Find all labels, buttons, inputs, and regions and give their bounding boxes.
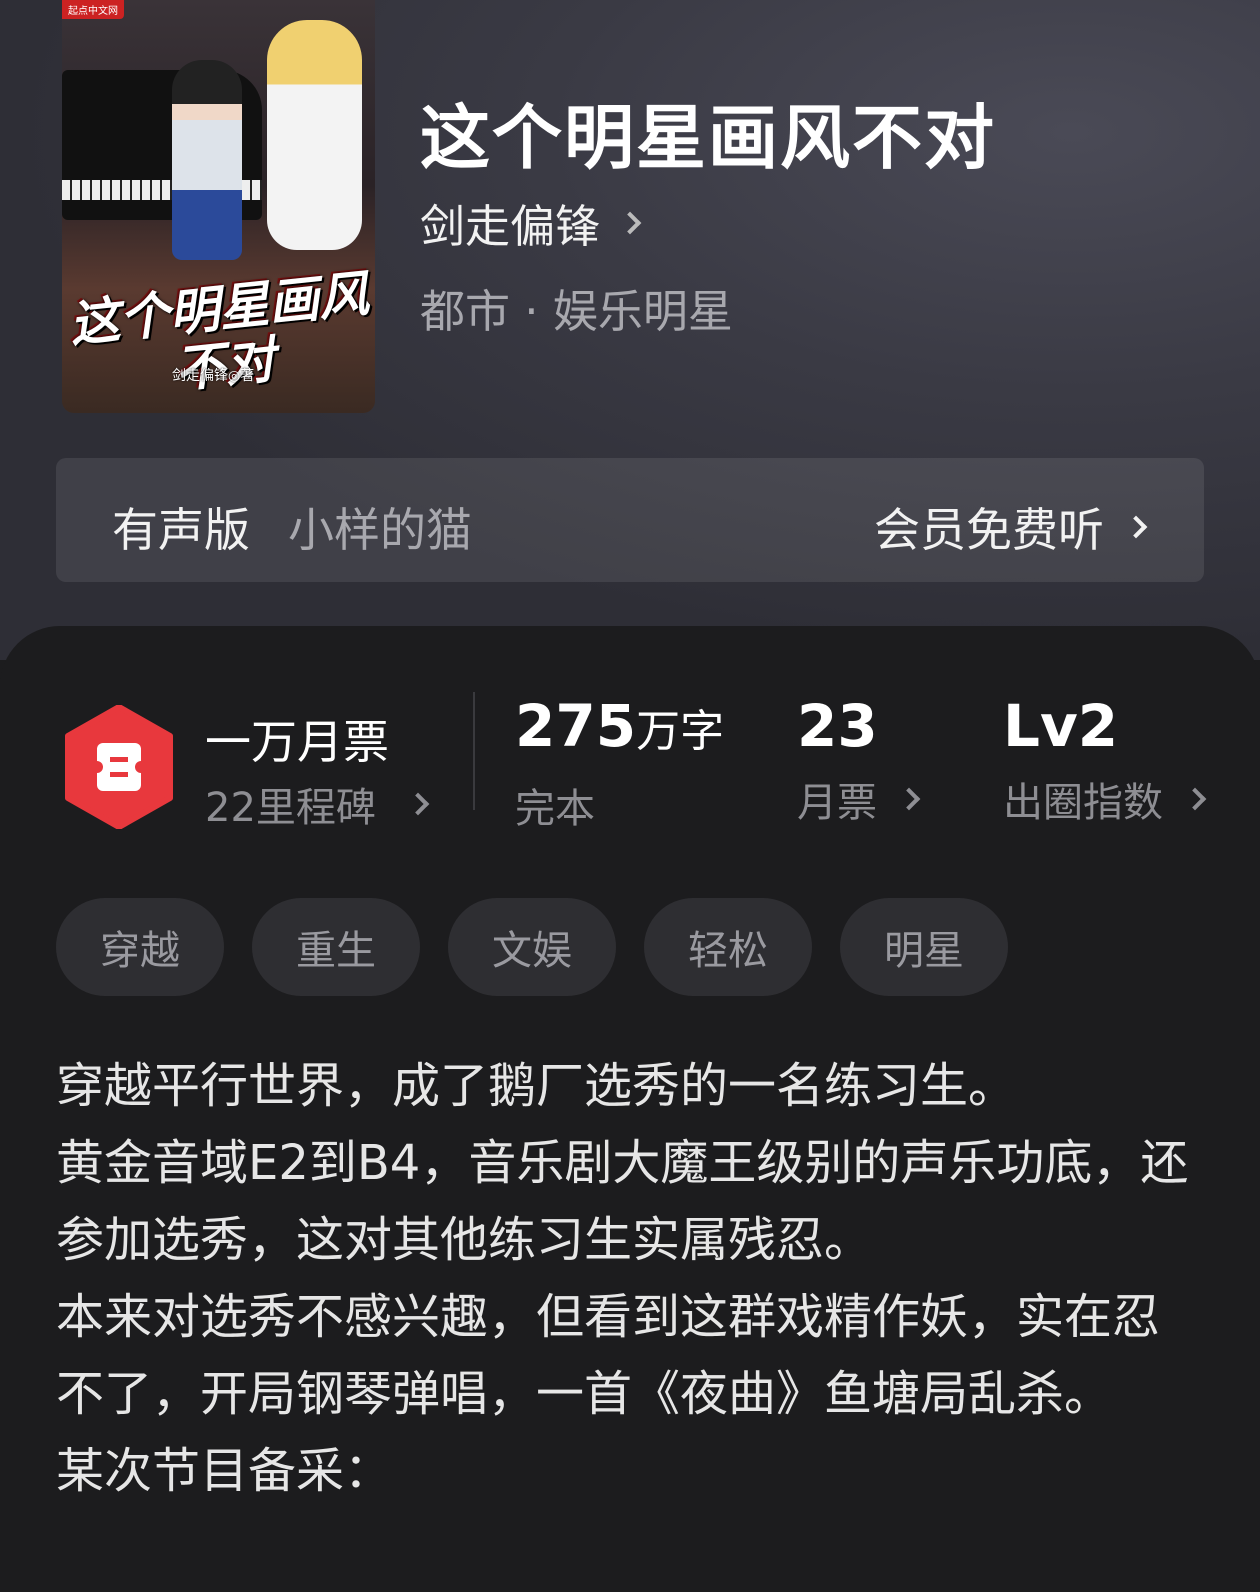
audio-narrator: 小样的猫 bbox=[288, 503, 472, 557]
synopsis-paragraph: 黄金音域E2到B4，音乐剧大魔王级别的声乐功底，还参加选秀，这对其他练习生实属残… bbox=[56, 1135, 1189, 1268]
milestone-label: 22里程碑 bbox=[205, 785, 376, 831]
word-count-stat: 275万字 完本 bbox=[515, 692, 724, 834]
tag-chip[interactable]: 文娱 bbox=[448, 898, 616, 996]
book-cover[interactable]: 起点中文网 这个明星画风不对 剑走偏锋◎著 bbox=[62, 0, 375, 413]
tag-list: 穿越 重生 文娱 轻松 明星 bbox=[56, 898, 1008, 996]
word-count-unit: 万字 bbox=[636, 706, 725, 757]
popularity-index-stat[interactable]: Lv2 出圈指数 bbox=[1003, 692, 1207, 828]
monthly-votes-value: 23 bbox=[797, 692, 878, 760]
chevron-right-icon bbox=[897, 787, 921, 811]
audio-edition-bar[interactable]: 有声版 小样的猫 会员免费听 bbox=[56, 458, 1204, 582]
monthly-votes-label: 月票 bbox=[797, 780, 877, 826]
chevron-right-icon bbox=[406, 792, 430, 816]
cover-title-art: 这个明星画风不对 bbox=[66, 263, 372, 399]
listen-free-button[interactable]: 会员免费听 bbox=[874, 494, 1148, 560]
book-synopsis[interactable]: 穿越平行世界，成了鹅厂选秀的一名练习生。 黄金音域E2到B4，音乐剧大魔王级别的… bbox=[56, 1048, 1206, 1510]
tag-chip[interactable]: 重生 bbox=[252, 898, 420, 996]
synopsis-paragraph: 本来对选秀不感兴趣，但看到这群戏精作妖，实在忍不了，开局钢琴弹唱，一首《夜曲》鱼… bbox=[56, 1289, 1161, 1422]
monthly-votes-stat[interactable]: 23 月票 bbox=[797, 692, 921, 828]
author-link[interactable]: 剑走偏锋 bbox=[420, 190, 642, 255]
chevron-right-icon bbox=[618, 211, 642, 234]
synopsis-paragraph: 穿越平行世界，成了鹅厂选秀的一名练习生。 bbox=[56, 1058, 1017, 1114]
cover-author-art: 剑走偏锋◎著 bbox=[172, 368, 255, 384]
book-category[interactable]: 都市 · 娱乐明星 bbox=[420, 275, 733, 340]
award-title: 一万月票 bbox=[205, 715, 389, 769]
popularity-index-label: 出圈指数 bbox=[1003, 780, 1163, 826]
milestone-link[interactable]: 22里程碑 bbox=[205, 775, 430, 833]
stats-divider bbox=[473, 692, 475, 810]
chevron-right-icon bbox=[1183, 787, 1207, 811]
book-title: 这个明星画风不对 bbox=[420, 96, 996, 179]
cover-pianist-art bbox=[172, 60, 242, 260]
tag-chip[interactable]: 明星 bbox=[840, 898, 1008, 996]
chevron-right-icon bbox=[1124, 515, 1148, 539]
tag-chip[interactable]: 轻松 bbox=[644, 898, 812, 996]
monthly-ticket-badge-icon bbox=[65, 705, 173, 829]
cover-violinist-art bbox=[267, 20, 362, 250]
listen-free-label: 会员免费听 bbox=[874, 503, 1104, 557]
word-count-value: 275 bbox=[515, 692, 637, 760]
book-header: 起点中文网 这个明星画风不对 剑走偏锋◎著 这个明星画风不对 剑走偏锋 都市 ·… bbox=[0, 0, 1260, 660]
tag-chip[interactable]: 穿越 bbox=[56, 898, 224, 996]
audio-label: 有声版 bbox=[112, 503, 250, 557]
publisher-mark: 起点中文网 bbox=[62, 0, 124, 19]
author-name: 剑走偏锋 bbox=[420, 200, 601, 253]
synopsis-paragraph: 某次节目备采： bbox=[56, 1443, 393, 1499]
completion-status: 完本 bbox=[515, 786, 595, 832]
popularity-level-value: Lv2 bbox=[1003, 692, 1119, 760]
